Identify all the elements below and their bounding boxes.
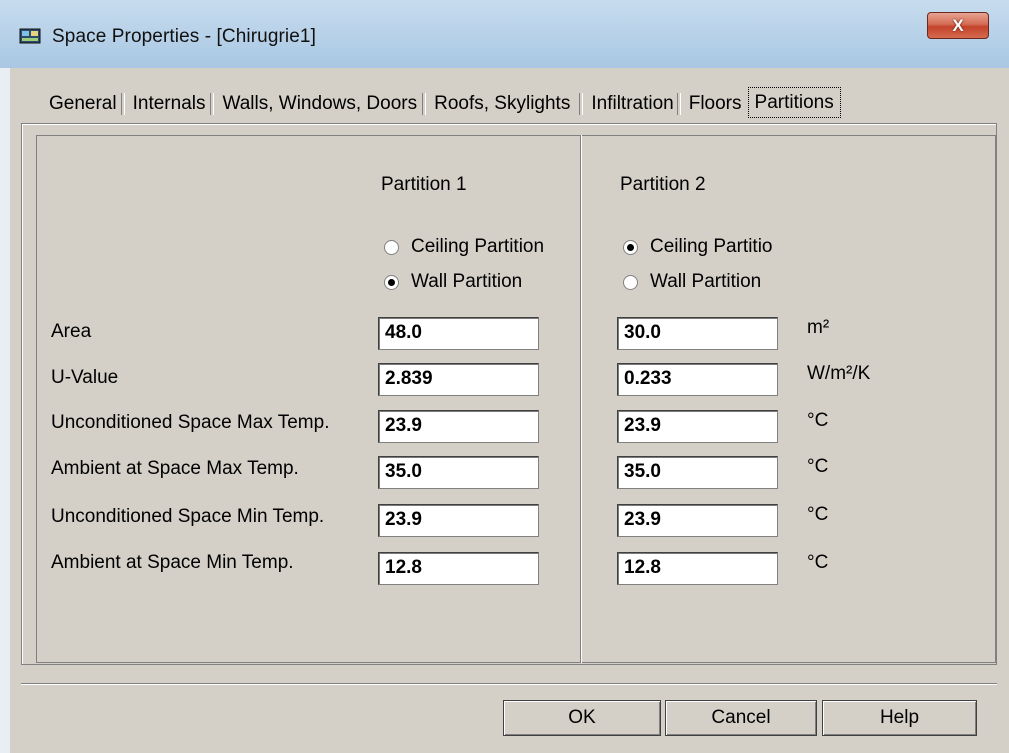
u-value-label: U-Value [51, 367, 119, 388]
tab-internals[interactable]: Internals [117, 87, 206, 120]
app-icon [19, 28, 41, 44]
tab-roofs-skylights[interactable]: Roofs, Skylights [417, 87, 570, 120]
p2-ambient-min-input[interactable]: 12.8 [617, 552, 778, 585]
ambient-min-label: Ambient at Space Min Temp. [51, 552, 294, 573]
p1-ceiling-radio[interactable]: Ceiling Partition [384, 236, 544, 258]
radio-checked-icon [623, 239, 638, 255]
close-button[interactable]: X [927, 12, 989, 39]
ok-label: OK [568, 707, 596, 728]
tab-walls-windows-doors[interactable]: Walls, Windows, Doors [205, 87, 417, 120]
button-separator [21, 683, 997, 685]
p2-uncond-max-input[interactable]: 23.9 [617, 410, 778, 443]
tab-strip: General Internals Walls, Windows, Doors … [10, 87, 841, 122]
tab-roofs-label: Roofs, Skylights [434, 93, 571, 114]
column-divider [580, 135, 582, 663]
tab-general[interactable]: General [10, 87, 117, 120]
tab-partitions[interactable]: Partitions [747, 87, 841, 118]
tab-infiltration-label: Infiltration [591, 93, 674, 114]
p1-area-input[interactable]: 48.0 [378, 317, 539, 350]
ambient-min-unit: °C [807, 552, 829, 573]
window-title: Space Properties - [Chirugrie1] [52, 26, 316, 47]
p2-ceiling-radio[interactable]: Ceiling Partitio [623, 236, 773, 258]
area-label: Area [51, 321, 92, 342]
uncond-max-label: Unconditioned Space Max Temp. [51, 412, 330, 433]
p1-ceiling-label: Ceiling Partition [411, 236, 545, 257]
tab-general-label: General [49, 93, 117, 114]
p2-u-value-input[interactable]: 0.233 [617, 363, 778, 396]
p2-ceiling-label: Ceiling Partitio [650, 236, 773, 257]
title-bar[interactable]: Space Properties - [Chirugrie1] X [0, 0, 1009, 68]
p2-uncond-min-input[interactable]: 23.9 [617, 504, 778, 537]
tab-separator [676, 92, 681, 115]
p1-uncond-max-input[interactable]: 23.9 [378, 410, 539, 443]
uncond-min-label: Unconditioned Space Min Temp. [51, 506, 325, 527]
p1-wall-label: Wall Partition [411, 271, 523, 292]
p2-wall-radio[interactable]: Wall Partition [623, 271, 761, 293]
p1-ambient-min-input[interactable]: 12.8 [378, 552, 539, 585]
p1-u-value-input[interactable]: 2.839 [378, 363, 539, 396]
help-button[interactable]: Help [822, 700, 977, 736]
radio-unchecked-icon [623, 274, 638, 290]
cancel-label: Cancel [711, 707, 771, 728]
tab-internals-label: Internals [132, 93, 206, 114]
uncond-min-unit: °C [807, 504, 829, 525]
tab-infiltration[interactable]: Infiltration [570, 87, 674, 120]
tab-separator [210, 92, 215, 115]
p2-wall-label: Wall Partition [650, 271, 762, 292]
p1-uncond-min-input[interactable]: 23.9 [378, 504, 539, 537]
close-icon: X [952, 15, 964, 35]
radio-unchecked-icon [384, 239, 399, 255]
partition-2-header: Partition 2 [620, 174, 706, 195]
ambient-max-unit: °C [807, 456, 829, 477]
radio-checked-icon [384, 274, 399, 290]
ok-button[interactable]: OK [503, 700, 661, 736]
tab-partitions-label: Partitions [754, 92, 834, 113]
partition-1-header: Partition 1 [381, 174, 467, 195]
area-unit: m² [807, 317, 830, 338]
tab-walls-label: Walls, Windows, Doors [222, 93, 418, 114]
tab-separator [422, 92, 427, 115]
tab-separator [579, 92, 584, 115]
u-value-unit: W/m²/K [807, 363, 871, 384]
p2-ambient-max-input[interactable]: 35.0 [617, 456, 778, 489]
tab-floors-label: Floors [688, 93, 742, 114]
p1-wall-radio[interactable]: Wall Partition [384, 271, 522, 293]
p1-ambient-max-input[interactable]: 35.0 [378, 456, 539, 489]
cancel-button[interactable]: Cancel [665, 700, 817, 736]
p2-area-input[interactable]: 30.0 [617, 317, 778, 350]
uncond-max-unit: °C [807, 410, 829, 431]
help-label: Help [879, 707, 920, 728]
tab-separator [120, 92, 125, 115]
tab-floors[interactable]: Floors [674, 87, 742, 120]
ambient-max-label: Ambient at Space Max Temp. [51, 458, 299, 479]
